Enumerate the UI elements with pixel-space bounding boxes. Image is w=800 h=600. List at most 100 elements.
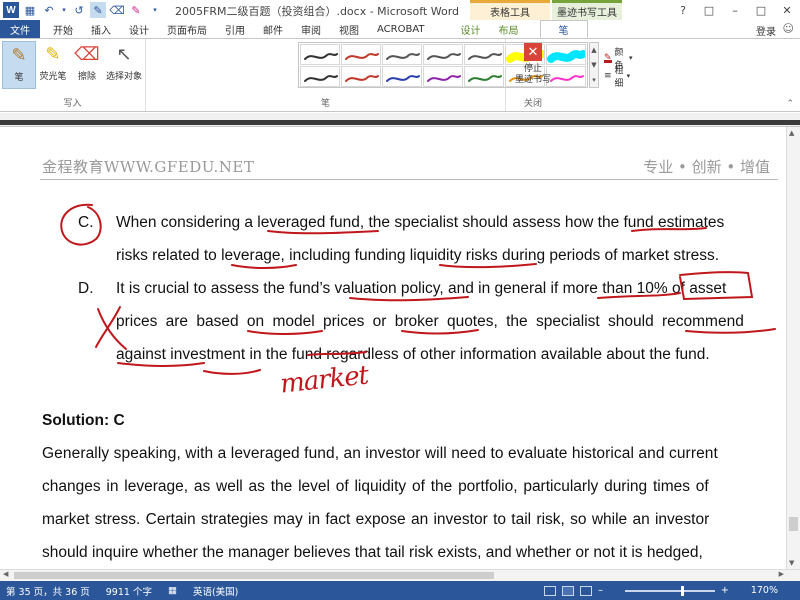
ribbon-tabs: 文件 开始 插入 设计 页面布局 引用 邮件 审阅 视图 ACROBAT 设计 …: [0, 20, 800, 38]
scroll-down-icon[interactable]: ▼: [789, 559, 794, 567]
zoom-out-icon[interactable]: –: [598, 585, 603, 596]
zoom-level[interactable]: 170%: [751, 585, 778, 596]
tab-home[interactable]: 开始: [44, 20, 82, 38]
select-objects-button[interactable]: ↖ 选择对象: [104, 41, 144, 89]
tab-view[interactable]: 视图: [330, 20, 368, 38]
ruler-bar: [0, 120, 800, 125]
scroll-up-icon[interactable]: ▲: [591, 46, 596, 54]
scroll-left-icon[interactable]: ◀: [3, 570, 8, 578]
vertical-scrollbar[interactable]: ▲ ▼: [786, 127, 800, 569]
tab-insert[interactable]: 插入: [82, 20, 120, 38]
highlighter-button-label: 荧光笔: [39, 72, 67, 82]
read-mode-icon[interactable]: [544, 585, 557, 596]
tab-file[interactable]: 文件: [0, 20, 40, 38]
zoom-slider[interactable]: [624, 585, 715, 596]
help-icon[interactable]: ?: [670, 0, 696, 20]
chevron-down-icon: ▾: [629, 54, 633, 62]
hscroll-thumb[interactable]: [14, 572, 494, 579]
save-icon[interactable]: ▦: [22, 2, 38, 18]
undo-icon[interactable]: ↶: [41, 2, 57, 18]
pen-swatch[interactable]: [464, 66, 504, 87]
pen-swatch[interactable]: [341, 66, 381, 87]
word-count[interactable]: 9911 个字: [106, 584, 152, 598]
print-layout-icon[interactable]: [562, 585, 575, 596]
solution-line-3: market stress. Certain strategies may in…: [42, 511, 710, 528]
scroll-down-icon[interactable]: ▼: [591, 61, 596, 69]
pen-button[interactable]: ✎ 笔: [2, 41, 36, 89]
solution-line-1: Generally speaking, with a leveraged fun…: [42, 445, 718, 462]
document-area[interactable]: 金程教育WWW.GFEDU.NET 专业 • 创新 • 增值 C. When c…: [0, 127, 786, 569]
pen-swatch[interactable]: [464, 44, 504, 65]
maximize-button[interactable]: □: [748, 0, 774, 20]
pen-swatch[interactable]: [300, 44, 340, 65]
pen-thickness-button[interactable]: ≡ 粗细 ▾: [604, 63, 630, 89]
option-d-line-2: prices are based on model prices or brok…: [116, 313, 744, 330]
tab-table-layout[interactable]: 布局: [490, 20, 528, 38]
redo-icon[interactable]: ↺: [71, 2, 87, 18]
zoom-slider-knob[interactable]: [680, 585, 684, 596]
zoom-control: – + 170%: [544, 581, 794, 600]
select-cursor-icon: ↖: [116, 43, 132, 65]
word-logo-icon[interactable]: W: [3, 2, 19, 18]
select-objects-label: 选择对象: [105, 72, 142, 82]
collapse-ribbon-icon[interactable]: ⌃: [786, 99, 794, 109]
close-group-label: 关闭: [523, 99, 542, 109]
ribbon: ✎ 笔 ✎ 荧光笔 ⌫ 擦除 ↖ 选择对象 写入 ▲ ▼ ▾ ✎ 颜色 ▾ ≡ …: [0, 38, 800, 112]
pen-swatch[interactable]: [423, 44, 463, 65]
ink-pen-icon[interactable]: ✎: [90, 2, 106, 18]
pen-swatch[interactable]: [341, 44, 381, 65]
pen-swatch[interactable]: [423, 66, 463, 87]
undo-dropdown-icon[interactable]: ▾: [60, 2, 68, 18]
highlighter-icon: ✎: [45, 43, 61, 65]
feedback-icon[interactable]: ☺: [783, 22, 794, 35]
stop-inking-button[interactable]: ✕ 停止 墨迹书写: [510, 43, 556, 86]
more-icon[interactable]: ▾: [592, 76, 596, 84]
pen-button-label: 笔: [14, 73, 24, 83]
title-bar: W ▦ ↶ ▾ ↺ ✎ ⌫ ✎ ▾ 2005FRM二级百题（投资组合）.docx…: [0, 0, 800, 20]
tab-pens[interactable]: 笔: [539, 20, 588, 38]
tab-page-layout[interactable]: 页面布局: [158, 20, 216, 38]
pen-swatch[interactable]: [382, 44, 422, 65]
page-count[interactable]: 第 35 页，共 36 页: [6, 584, 90, 598]
tab-acrobat[interactable]: ACROBAT: [368, 20, 434, 38]
zoom-in-icon[interactable]: +: [721, 585, 729, 596]
highlighter-icon[interactable]: ✎: [128, 2, 144, 18]
page-header-right: 专业 • 创新 • 增值: [643, 158, 770, 176]
horizontal-scrollbar[interactable]: ◀ ▶: [0, 569, 800, 581]
tab-mailings[interactable]: 邮件: [254, 20, 292, 38]
pen-gallery-scroll[interactable]: ▲ ▼ ▾: [589, 42, 599, 88]
scroll-right-icon[interactable]: ▶: [779, 570, 784, 578]
write-group-label: 写入: [63, 99, 82, 109]
proofing-icon[interactable]: ▦: [168, 585, 177, 596]
pen-icon: ✎: [11, 44, 27, 66]
pen-swatch[interactable]: [382, 66, 422, 87]
solution-line-2: changes in leverage, as well as the leve…: [42, 478, 709, 495]
web-layout-icon[interactable]: [580, 585, 593, 596]
pen-thickness-label: 粗细: [614, 66, 624, 89]
pen-swatch[interactable]: [300, 66, 340, 87]
tab-review[interactable]: 审阅: [292, 20, 330, 38]
quick-access-toolbar: W ▦ ↶ ▾ ↺ ✎ ⌫ ✎ ▾: [0, 2, 163, 18]
eraser-button-label: 擦除: [77, 72, 96, 82]
scrollbar-thumb[interactable]: [789, 517, 798, 531]
eraser-button[interactable]: ⌫ 擦除: [70, 41, 104, 89]
minimize-button[interactable]: –: [722, 0, 748, 20]
highlighter-button[interactable]: ✎ 荧光笔: [36, 41, 70, 89]
scroll-up-icon[interactable]: ▲: [789, 129, 794, 137]
page-header-left: 金程教育WWW.GFEDU.NET: [42, 158, 255, 176]
option-c-line-1: When considering a leveraged fund, the s…: [116, 214, 725, 231]
tab-table-design[interactable]: 设计: [452, 20, 490, 38]
ribbon-display-icon[interactable]: □: [696, 0, 722, 20]
solution-line-4: should inquire whether the manager belie…: [42, 544, 703, 561]
sign-in-link[interactable]: 登录: [756, 23, 776, 38]
tab-references[interactable]: 引用: [216, 20, 254, 38]
eraser-icon[interactable]: ⌫: [109, 2, 125, 18]
close-button[interactable]: ✕: [774, 0, 800, 20]
chevron-down-icon: ▾: [626, 72, 631, 80]
pens-group: ▲ ▼ ▾ ✎ 颜色 ▾ ≡ 粗细 ▾ 笔: [146, 39, 633, 111]
customize-qat-icon[interactable]: ▾: [147, 2, 163, 18]
stop-inking-label-2: 墨迹书写: [514, 75, 551, 85]
tab-design[interactable]: 设计: [120, 20, 158, 38]
language-indicator[interactable]: 英语(美国): [193, 584, 238, 598]
handwritten-note: market: [278, 360, 370, 400]
